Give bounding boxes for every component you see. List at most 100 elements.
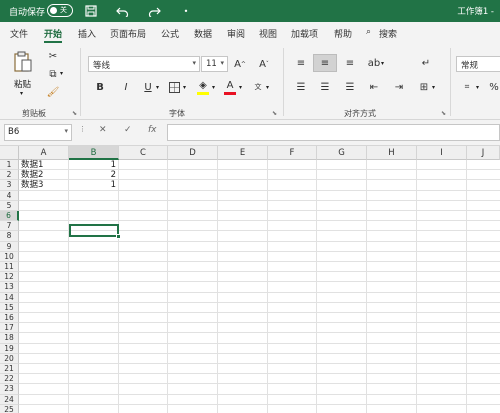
row-header-10[interactable]: 10 — [0, 251, 19, 262]
middle-align-icon[interactable]: ≡ — [319, 57, 331, 69]
name-box[interactable]: B6 ▾ — [4, 124, 72, 141]
row-header-1[interactable]: 1 — [0, 160, 19, 171]
bold-icon[interactable]: B — [94, 81, 106, 93]
search-icon[interactable]: ⌕ — [366, 27, 371, 37]
row-header-9[interactable]: 9 — [0, 241, 19, 252]
merge-dropdown-icon[interactable]: ▾ — [432, 84, 435, 91]
row-header-21[interactable]: 21 — [0, 364, 19, 375]
worksheet-grid[interactable]: ABCDEFGHIJ 1 2 3 4 5 6 7 8 9 10 11 12 13 14 15 16 17 18 19… — [0, 146, 500, 413]
clipboard-launcher-icon[interactable]: ⬊ — [72, 110, 77, 117]
cell-a3[interactable]: 数据3 — [21, 180, 66, 190]
tab-file[interactable]: 文件 — [10, 27, 28, 40]
row-header-13[interactable]: 13 — [0, 282, 19, 293]
cut-icon[interactable]: ✂ — [47, 50, 59, 62]
row-header-19[interactable]: 19 — [0, 343, 19, 354]
column-header-j[interactable]: J — [467, 146, 500, 160]
tab-page-layout[interactable]: 页面布局 — [110, 27, 146, 40]
row-header-4[interactable]: 4 — [0, 190, 19, 201]
row-header-14[interactable]: 14 — [0, 292, 19, 303]
row-header-5[interactable]: 5 — [0, 200, 19, 211]
cell-b1[interactable]: 1 — [71, 160, 116, 170]
row-header-6[interactable]: 6 — [0, 211, 19, 222]
autosave-toggle[interactable]: 关 — [47, 4, 73, 17]
tab-insert[interactable]: 插入 — [78, 27, 96, 40]
number-format-select[interactable]: 常规 — [456, 56, 500, 72]
italic-icon[interactable]: I — [120, 81, 132, 93]
row-header-3[interactable]: 3 — [0, 180, 19, 191]
formula-input[interactable] — [167, 124, 500, 141]
orientation-dropdown-icon[interactable]: ▾ — [381, 60, 384, 67]
increase-indent-icon[interactable]: ⇥ — [393, 81, 405, 93]
orientation-icon[interactable]: ab — [368, 57, 380, 69]
cell-b3[interactable]: 1 — [71, 180, 116, 190]
fill-handle[interactable] — [116, 234, 121, 239]
font-color-dropdown-icon[interactable]: ▾ — [239, 84, 242, 91]
borders-icon[interactable] — [168, 81, 180, 93]
row-header-15[interactable]: 15 — [0, 302, 19, 313]
row-header-25[interactable]: 25 — [0, 404, 19, 413]
paste-button[interactable]: 粘贴 — [14, 78, 31, 90]
fill-color-icon[interactable]: ◈ — [197, 79, 209, 91]
accounting-dropdown-icon[interactable]: ▾ — [476, 84, 479, 91]
borders-dropdown-icon[interactable]: ▾ — [183, 84, 186, 91]
save-icon[interactable] — [83, 3, 99, 19]
format-painter-icon[interactable]: 🖌 — [47, 86, 60, 98]
accounting-format-icon[interactable]: ⌗ — [460, 81, 474, 93]
row-header-12[interactable]: 12 — [0, 272, 19, 283]
tab-home[interactable]: 开始 — [44, 27, 62, 40]
paste-icon[interactable] — [12, 50, 34, 74]
top-align-icon[interactable]: ≡ — [295, 57, 307, 69]
row-header-7[interactable]: 7 — [0, 221, 19, 232]
tab-addins[interactable]: 加载项 — [291, 27, 318, 40]
decrease-indent-icon[interactable]: ⇤ — [368, 81, 380, 93]
increase-font-size-icon[interactable]: A ^ — [233, 57, 247, 71]
row-header-16[interactable]: 16 — [0, 313, 19, 324]
column-header-f[interactable]: F — [268, 146, 317, 160]
column-header-g[interactable]: G — [317, 146, 367, 160]
font-color-icon[interactable]: A — [224, 79, 236, 91]
tab-review[interactable]: 审阅 — [227, 27, 245, 40]
customize-quick-access-icon[interactable]: • — [178, 3, 194, 19]
tab-formulas[interactable]: 公式 — [161, 27, 179, 40]
underline-dropdown-icon[interactable]: ▾ — [156, 84, 159, 91]
row-header-11[interactable]: 11 — [0, 262, 19, 273]
phonetic-guide-icon[interactable]: 文 — [251, 80, 265, 94]
align-center-icon[interactable]: ☰ — [319, 81, 331, 93]
column-header-b[interactable]: B — [69, 146, 119, 160]
merge-center-icon[interactable]: ⊞ — [418, 81, 430, 93]
row-header-2[interactable]: 2 — [0, 170, 19, 181]
phonetic-dropdown-icon[interactable]: ▾ — [266, 84, 269, 91]
column-header-c[interactable]: C — [119, 146, 168, 160]
undo-icon[interactable] — [114, 3, 130, 19]
column-header-i[interactable]: I — [417, 146, 467, 160]
underline-icon[interactable]: U — [142, 81, 154, 93]
tab-help[interactable]: 帮助 — [334, 27, 352, 40]
font-name-select[interactable]: 等线 ▾ — [88, 56, 200, 72]
font-launcher-icon[interactable]: ⬊ — [272, 110, 277, 117]
cell-a2[interactable]: 数据2 — [21, 170, 66, 180]
column-header-a[interactable]: A — [19, 146, 69, 160]
decrease-font-size-icon[interactable]: Aˇ — [257, 57, 271, 71]
insert-function-icon[interactable]: fx — [148, 125, 157, 135]
row-header-20[interactable]: 20 — [0, 353, 19, 364]
enter-icon[interactable]: ✓ — [124, 125, 132, 135]
row-header-17[interactable]: 17 — [0, 323, 19, 334]
align-right-icon[interactable]: ☰ — [344, 81, 356, 93]
cell-b2[interactable]: 2 — [71, 170, 116, 180]
row-header-22[interactable]: 22 — [0, 374, 19, 385]
percent-icon[interactable]: % — [488, 81, 500, 93]
cancel-icon[interactable]: ✕ — [99, 125, 107, 135]
column-header-e[interactable]: E — [218, 146, 268, 160]
tab-search[interactable]: 搜索 — [379, 27, 397, 40]
tab-view[interactable]: 视图 — [259, 27, 277, 40]
paste-dropdown-icon[interactable]: ▾ — [20, 90, 23, 97]
row-header-23[interactable]: 23 — [0, 384, 19, 395]
row-header-24[interactable]: 24 — [0, 394, 19, 405]
copy-icon[interactable]: ⧉ — [47, 68, 59, 80]
row-header-18[interactable]: 18 — [0, 333, 19, 344]
tab-data[interactable]: 数据 — [194, 27, 212, 40]
redo-icon[interactable] — [146, 3, 162, 19]
cell-a1[interactable]: 数据1 — [21, 160, 66, 170]
font-size-select[interactable]: 11 ▾ — [201, 56, 228, 72]
bottom-align-icon[interactable]: ≡ — [344, 57, 356, 69]
